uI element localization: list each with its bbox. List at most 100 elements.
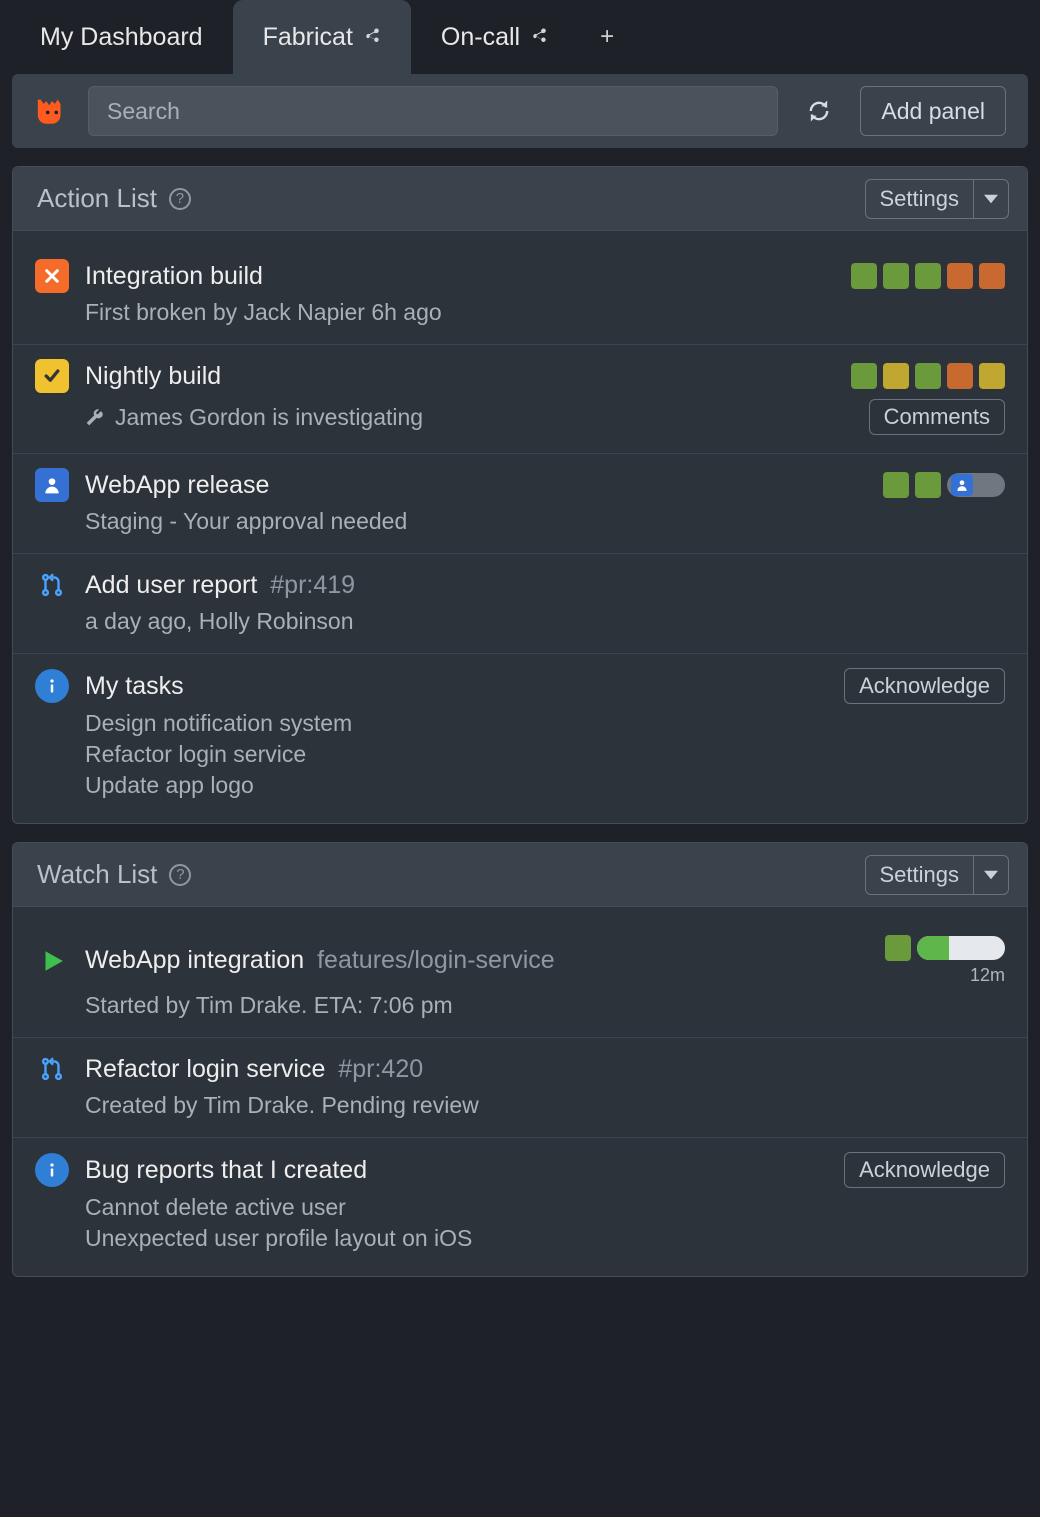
item-subtext: First broken by Jack Napier 6h ago xyxy=(85,299,442,326)
item-subtext: Staging - Your approval needed xyxy=(85,508,407,535)
bug-item: Cannot delete active user xyxy=(85,1194,1005,1221)
comments-button[interactable]: Comments xyxy=(869,399,1005,435)
tab-bar: My Dashboard Fabricat On-call + xyxy=(0,0,1040,74)
status-square xyxy=(851,363,877,389)
settings-label: Settings xyxy=(880,862,960,888)
title-suffix: features/login-service xyxy=(317,946,555,974)
panel-title-text: Watch List xyxy=(37,859,157,890)
status-square xyxy=(979,363,1005,389)
title-suffix: #pr:419 xyxy=(270,571,355,599)
panel-action-list: Action List ? Settings Integration build xyxy=(12,166,1028,824)
user-avatar-icon xyxy=(951,474,973,496)
item-title: Nightly build xyxy=(85,362,221,391)
task-sublist: Design notification system Refactor logi… xyxy=(35,710,1005,799)
help-icon[interactable]: ? xyxy=(169,864,191,886)
settings-button[interactable]: Settings xyxy=(866,856,974,894)
task-item: Update app logo xyxy=(85,772,1005,799)
item-title: My tasks xyxy=(85,672,184,701)
action-item-my-tasks[interactable]: My tasks Acknowledge Design notification… xyxy=(13,654,1027,817)
status-square xyxy=(851,263,877,289)
status-squares xyxy=(851,363,1005,389)
add-tab-button[interactable]: + xyxy=(578,23,636,51)
status-square xyxy=(883,363,909,389)
search-input[interactable] xyxy=(88,86,778,136)
panel-header: Watch List ? Settings xyxy=(13,843,1027,907)
tab-on-call[interactable]: On-call xyxy=(411,0,578,74)
info-icon xyxy=(35,669,69,703)
error-icon xyxy=(35,259,69,293)
status-widgets xyxy=(883,472,1005,498)
panel-title: Action List ? xyxy=(37,183,191,214)
tab-my-dashboard[interactable]: My Dashboard xyxy=(10,0,233,74)
item-subtext: a day ago, Holly Robinson xyxy=(85,608,354,635)
warning-check-icon xyxy=(35,359,69,393)
progress-indicator xyxy=(917,936,1005,960)
item-title: Refactor login service #pr:420 xyxy=(85,1055,423,1084)
bug-sublist: Cannot delete active user Unexpected use… xyxy=(35,1194,1005,1252)
panel-watch-list: Watch List ? Settings WebApp integration… xyxy=(12,842,1028,1277)
panel-header: Action List ? Settings xyxy=(13,167,1027,231)
action-item-webapp-release[interactable]: WebApp release Staging - Your approval n… xyxy=(13,454,1027,554)
item-subtext: James Gordon is investigating xyxy=(115,404,423,431)
assignee-toggle[interactable] xyxy=(947,473,1005,497)
status-square xyxy=(979,263,1005,289)
panel-title: Watch List ? xyxy=(37,859,191,890)
settings-label: Settings xyxy=(880,186,960,212)
app-logo-icon xyxy=(34,93,70,129)
settings-dropdown-button[interactable] xyxy=(973,856,1008,894)
status-square xyxy=(915,263,941,289)
tab-label: My Dashboard xyxy=(40,23,203,52)
share-icon xyxy=(363,23,381,52)
status-square xyxy=(915,363,941,389)
item-title: Bug reports that I created xyxy=(85,1156,367,1185)
item-subtext: Started by Tim Drake. ETA: 7:06 pm xyxy=(85,992,453,1019)
watch-items: WebApp integration features/login-servic… xyxy=(13,907,1027,1270)
watch-item-webapp-integration[interactable]: WebApp integration features/login-servic… xyxy=(13,921,1027,1038)
pull-request-icon xyxy=(35,568,69,602)
status-square xyxy=(883,472,909,498)
bug-item: Unexpected user profile layout on iOS xyxy=(85,1225,1005,1252)
action-item-add-user-report[interactable]: Add user report #pr:419 a day ago, Holly… xyxy=(13,554,1027,654)
action-items: Integration build First broken by Jack N… xyxy=(13,231,1027,817)
settings-dropdown-button[interactable] xyxy=(973,180,1008,218)
title-suffix: #pr:420 xyxy=(338,1055,423,1083)
title-main: Add user report xyxy=(85,571,257,599)
status-square xyxy=(885,935,911,961)
add-panel-button[interactable]: Add panel xyxy=(860,86,1006,136)
user-icon xyxy=(35,468,69,502)
refresh-icon xyxy=(805,97,833,125)
settings-button-group: Settings xyxy=(865,179,1010,219)
title-main: WebApp integration xyxy=(85,946,304,974)
panel-title-text: Action List xyxy=(37,183,157,214)
acknowledge-button[interactable]: Acknowledge xyxy=(844,668,1005,704)
item-title: Add user report #pr:419 xyxy=(85,571,355,600)
status-squares xyxy=(851,263,1005,289)
settings-button[interactable]: Settings xyxy=(866,180,974,218)
eta-label: 12m xyxy=(970,965,1005,986)
acknowledge-button[interactable]: Acknowledge xyxy=(844,1152,1005,1188)
tab-label: On-call xyxy=(441,23,520,52)
status-widgets: 12m xyxy=(885,935,1005,986)
button-label: Acknowledge xyxy=(859,1157,990,1182)
item-title: WebApp release xyxy=(85,471,269,500)
status-square xyxy=(883,263,909,289)
status-square xyxy=(915,472,941,498)
chevron-down-icon xyxy=(984,192,998,206)
item-title: WebApp integration features/login-servic… xyxy=(85,946,555,975)
play-icon xyxy=(35,944,69,978)
refresh-button[interactable] xyxy=(796,86,842,136)
action-item-nightly-build[interactable]: Nightly build James Gordon is investigat… xyxy=(13,345,1027,454)
task-item: Design notification system xyxy=(85,710,1005,737)
item-title: Integration build xyxy=(85,262,263,291)
settings-button-group: Settings xyxy=(865,855,1010,895)
tab-label: Fabricat xyxy=(263,23,353,52)
share-icon xyxy=(530,23,548,52)
add-panel-label: Add panel xyxy=(881,98,985,125)
action-item-integration-build[interactable]: Integration build First broken by Jack N… xyxy=(13,245,1027,345)
tab-fabricat[interactable]: Fabricat xyxy=(233,0,411,74)
watch-item-refactor-login-service[interactable]: Refactor login service #pr:420 Created b… xyxy=(13,1038,1027,1138)
pull-request-icon xyxy=(35,1052,69,1086)
help-icon[interactable]: ? xyxy=(169,188,191,210)
toolbar: Add panel xyxy=(12,74,1028,148)
watch-item-bug-reports[interactable]: Bug reports that I created Acknowledge C… xyxy=(13,1138,1027,1270)
